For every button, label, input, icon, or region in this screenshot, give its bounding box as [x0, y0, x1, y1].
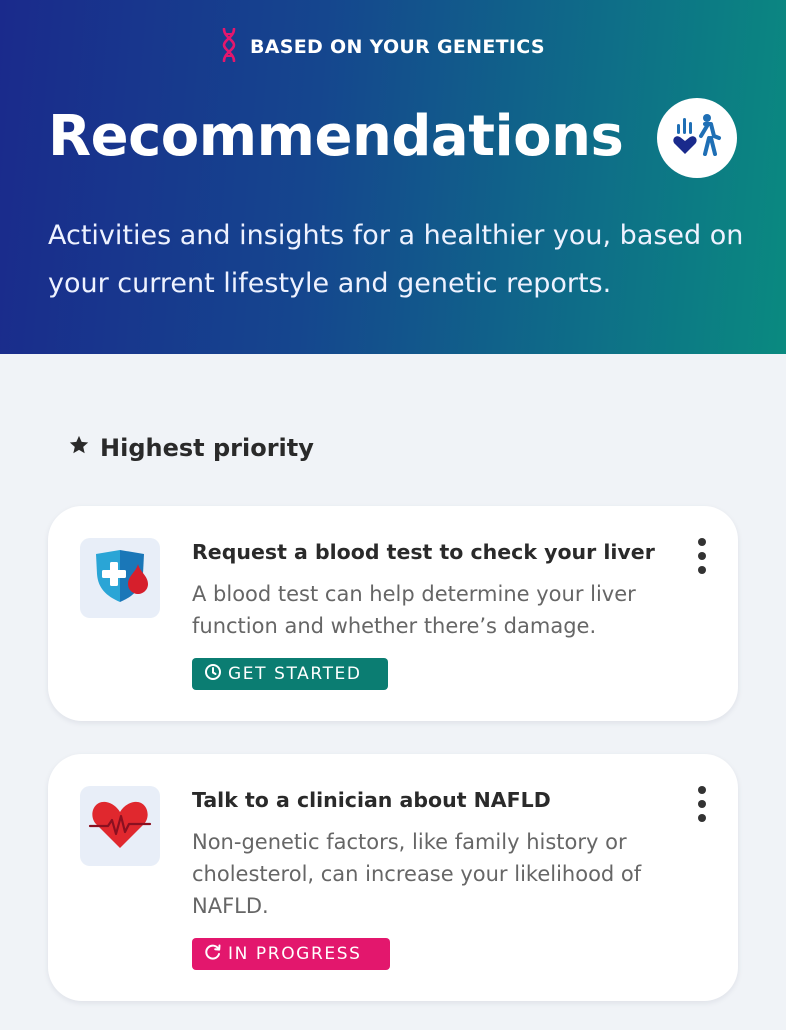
more-options-button[interactable] [694, 786, 710, 822]
card-description: A blood test can help determine your liv… [192, 582, 636, 638]
star-icon [68, 434, 90, 462]
recommendation-card[interactable]: Request a blood test to check your liver… [48, 506, 738, 721]
eyebrow: BASED ON YOUR GENETICS [222, 27, 545, 66]
kebab-dot [698, 566, 706, 574]
eyebrow-label: BASED ON YOUR GENETICS [250, 36, 545, 58]
more-options-button[interactable] [694, 538, 710, 574]
heart-pulse-icon [88, 792, 152, 860]
page-subtitle: Activities and insights for a healthier … [48, 220, 744, 299]
status-label: GET STARTED [228, 664, 362, 684]
status-badge[interactable]: GET STARTED [192, 658, 388, 690]
recommendation-card[interactable]: Talk to a clinician about NAFLD Non-gene… [48, 754, 738, 1001]
card-title: Talk to a clinician about NAFLD [192, 788, 551, 812]
clock-icon [204, 663, 222, 686]
page-title: Recommendations [48, 104, 624, 169]
card-icon-tile [80, 786, 160, 866]
activity-badge [657, 98, 737, 178]
hero-header: BASED ON YOUR GENETICS Recommendations A… [0, 0, 786, 354]
status-label: IN PROGRESS [228, 944, 362, 964]
dna-icon [222, 27, 236, 66]
kebab-dot [698, 800, 706, 808]
kebab-dot [698, 552, 706, 560]
kebab-dot [698, 538, 706, 546]
kebab-dot [698, 786, 706, 794]
card-icon-tile [80, 538, 160, 618]
shield-blood-drop-icon [88, 544, 152, 612]
card-description: Non-genetic factors, like family history… [192, 830, 642, 918]
section-title: Highest priority [100, 434, 314, 462]
card-title: Request a blood test to check your liver [192, 540, 655, 564]
activity-heart-icon [671, 110, 723, 166]
section-heading: Highest priority [68, 434, 314, 462]
progress-icon [204, 943, 222, 966]
status-badge[interactable]: IN PROGRESS [192, 938, 390, 970]
kebab-dot [698, 814, 706, 822]
